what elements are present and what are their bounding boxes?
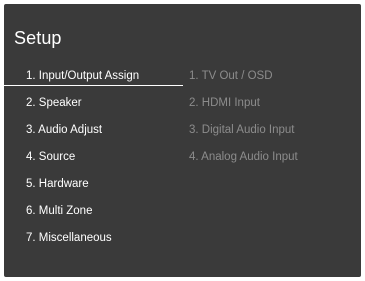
menu-item-input-output-assign[interactable]: 1. Input/Output Assign	[26, 68, 139, 95]
menu-item-miscellaneous[interactable]: 7. Miscellaneous	[26, 230, 139, 257]
menu-item-speaker[interactable]: 2. Speaker	[26, 95, 139, 122]
setup-menu: 1. Input/Output Assign 2. Speaker 3. Aud…	[26, 68, 139, 257]
menu-item-source[interactable]: 4. Source	[26, 149, 139, 176]
page-title: Setup	[14, 28, 62, 48]
submenu-item-hdmi-input[interactable]: 2. HDMI Input	[189, 95, 298, 122]
selection-underline	[4, 85, 183, 86]
submenu-item-digital-audio-input[interactable]: 3. Digital Audio Input	[189, 122, 298, 149]
setup-screen: Setup 1. Input/Output Assign 2. Speaker …	[4, 4, 361, 277]
menu-item-audio-adjust[interactable]: 3. Audio Adjust	[26, 122, 139, 149]
submenu-item-tv-out-osd[interactable]: 1. TV Out / OSD	[189, 68, 298, 95]
setup-submenu: 1. TV Out / OSD 2. HDMI Input 3. Digital…	[189, 68, 298, 176]
menu-item-multi-zone[interactable]: 6. Multi Zone	[26, 203, 139, 230]
menu-item-hardware[interactable]: 5. Hardware	[26, 176, 139, 203]
submenu-item-analog-audio-input[interactable]: 4. Analog Audio Input	[189, 149, 298, 176]
